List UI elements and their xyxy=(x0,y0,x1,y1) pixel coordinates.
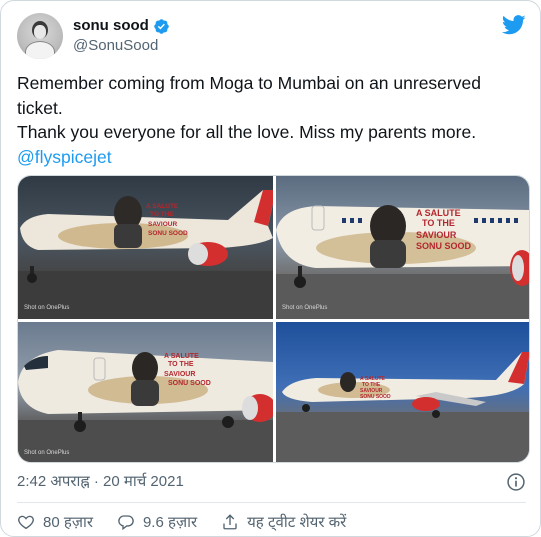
reply-button[interactable]: 9.6 हज़ार xyxy=(117,512,197,532)
livery-text: SONU SOOD xyxy=(360,394,391,400)
divider xyxy=(17,502,526,503)
author-display-name-text: sonu sood xyxy=(73,17,149,34)
tweet-card: sonu sood @SonuSood Remember coming from… xyxy=(0,0,541,537)
twitter-bird-icon[interactable] xyxy=(502,15,526,35)
livery-text: SONU SOOD xyxy=(168,380,211,387)
reply-bubble-icon xyxy=(118,515,134,531)
tweet-line: ticket. xyxy=(17,97,63,118)
livery-text: A SALUTE xyxy=(164,353,199,360)
share-button[interactable]: यह ट्वीट शेयर करें xyxy=(221,512,346,532)
livery-text: SONU SOOD xyxy=(416,241,472,251)
mention-link[interactable]: @flyspicejet xyxy=(17,147,112,167)
livery-text: SAVIOUR xyxy=(148,221,177,228)
heart-icon xyxy=(18,515,34,530)
plane-image-4: A SALUTE TO THE SAVIOUR SONU SOOD xyxy=(276,352,529,462)
plane-image-2: A SALUTE TO THE SAVIOUR SONU SOOD xyxy=(276,205,529,319)
livery-text: SONU SOOD xyxy=(148,230,188,237)
avatar[interactable] xyxy=(17,13,63,59)
tweet-timestamp[interactable]: 2:42 अपराह्न · 20 मार्च 2021 xyxy=(17,472,184,492)
media-photo-4[interactable]: A SALUTE TO THE SAVIOUR SONU SOOD xyxy=(276,322,529,462)
avatar-body-shape xyxy=(25,41,55,59)
media-grid: A SALUTE TO THE SAVIOUR SONU SOOD Shot o… xyxy=(17,175,530,463)
livery-text: TO THE xyxy=(422,218,455,228)
plane-image-3: A SALUTE TO THE SAVIOUR SONU SOOD xyxy=(18,350,273,462)
livery-text: TO THE xyxy=(168,361,194,368)
reply-count: 9.6 हज़ार xyxy=(142,514,198,531)
tweet-text: Remember coming from Moga to Mumbai on a… xyxy=(17,71,527,169)
author-handle[interactable]: @SonuSood xyxy=(73,36,170,56)
livery-text: TO THE xyxy=(150,211,174,218)
tweet-actions: 80 हज़ार 9.6 हज़ार यह ट्वीट शेयर करें xyxy=(17,511,370,533)
info-icon[interactable] xyxy=(506,472,526,492)
livery-text: SAVIOUR xyxy=(416,230,457,240)
media-photo-3[interactable]: A SALUTE TO THE SAVIOUR SONU SOOD Shot o… xyxy=(18,322,273,462)
plane-image-1: A SALUTE TO THE SAVIOUR SONU SOOD xyxy=(18,190,273,319)
avatar-face-shape xyxy=(34,25,46,39)
watermark: Shot on OnePlus xyxy=(24,450,70,456)
tweet-line: Remember coming from Moga to Mumbai on a… xyxy=(17,73,481,93)
livery-text: SAVIOUR xyxy=(164,371,195,378)
like-count: 80 हज़ार xyxy=(43,514,93,531)
watermark: Shot on OnePlus xyxy=(24,305,70,311)
like-button[interactable]: 80 हज़ार xyxy=(17,512,93,532)
tweet-line: Thank you everyone for all the love. Mis… xyxy=(17,122,477,142)
tweet-header: sonu sood @SonuSood xyxy=(17,13,526,61)
livery-text: A SALUTE xyxy=(416,208,461,218)
livery-text: A SALUTE xyxy=(146,203,179,210)
share-label: यह ट्वीट शेयर करें xyxy=(247,514,347,531)
author-names: sonu sood @SonuSood xyxy=(73,16,170,56)
watermark: Shot on OnePlus xyxy=(282,305,328,311)
share-upload-icon xyxy=(223,514,237,530)
media-photo-2[interactable]: A SALUTE TO THE SAVIOUR SONU SOOD Shot o… xyxy=(276,176,529,319)
verified-badge-icon xyxy=(154,18,169,34)
media-photo-1[interactable]: A SALUTE TO THE SAVIOUR SONU SOOD Shot o… xyxy=(18,176,273,319)
author-display-name[interactable]: sonu sood xyxy=(73,16,170,36)
